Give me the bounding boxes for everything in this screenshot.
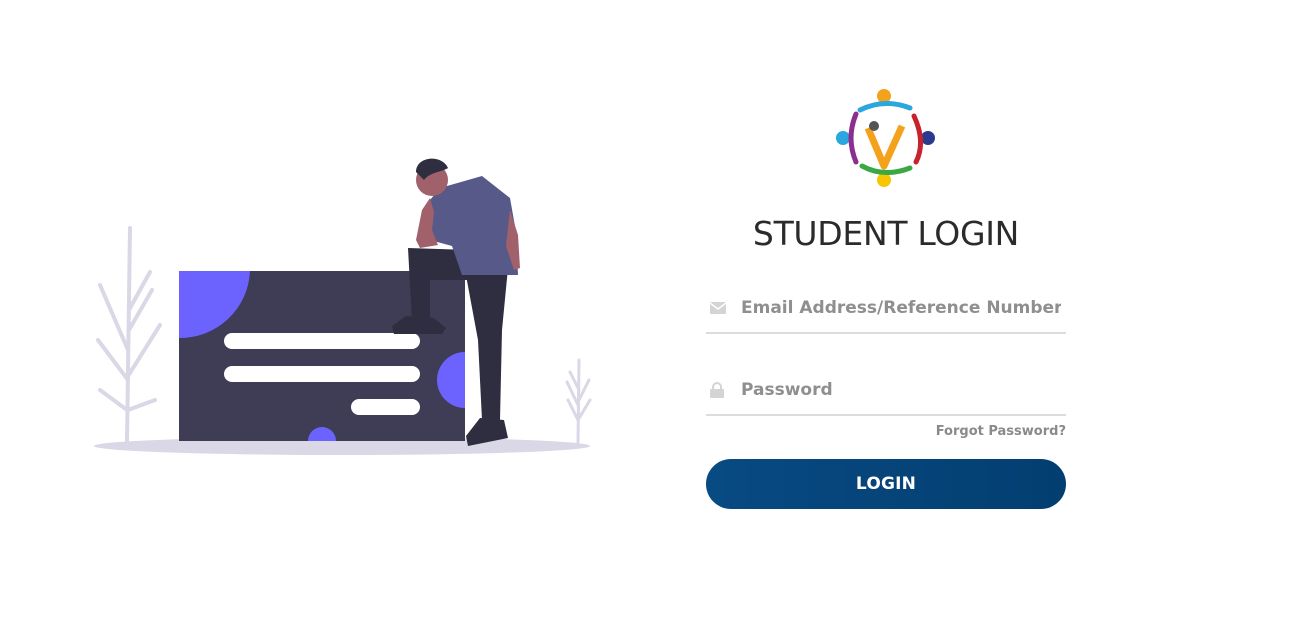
institution-logo	[836, 89, 935, 187]
email-field	[706, 284, 1066, 334]
right-plant-icon	[565, 358, 592, 446]
email-input[interactable]	[741, 290, 1061, 326]
password-input[interactable]	[741, 372, 1061, 408]
lock-icon	[706, 380, 741, 400]
login-page: STUDENT LOGIN Forgot Password? LOGIN	[0, 0, 1299, 617]
login-illustration	[94, 158, 592, 455]
page-title: STUDENT LOGIN	[752, 214, 1020, 253]
login-button[interactable]: LOGIN	[706, 459, 1066, 509]
password-field	[706, 366, 1066, 416]
forgot-password-link[interactable]: Forgot Password?	[936, 424, 1066, 439]
left-plant-icon	[96, 226, 162, 444]
envelope-icon	[706, 298, 741, 318]
